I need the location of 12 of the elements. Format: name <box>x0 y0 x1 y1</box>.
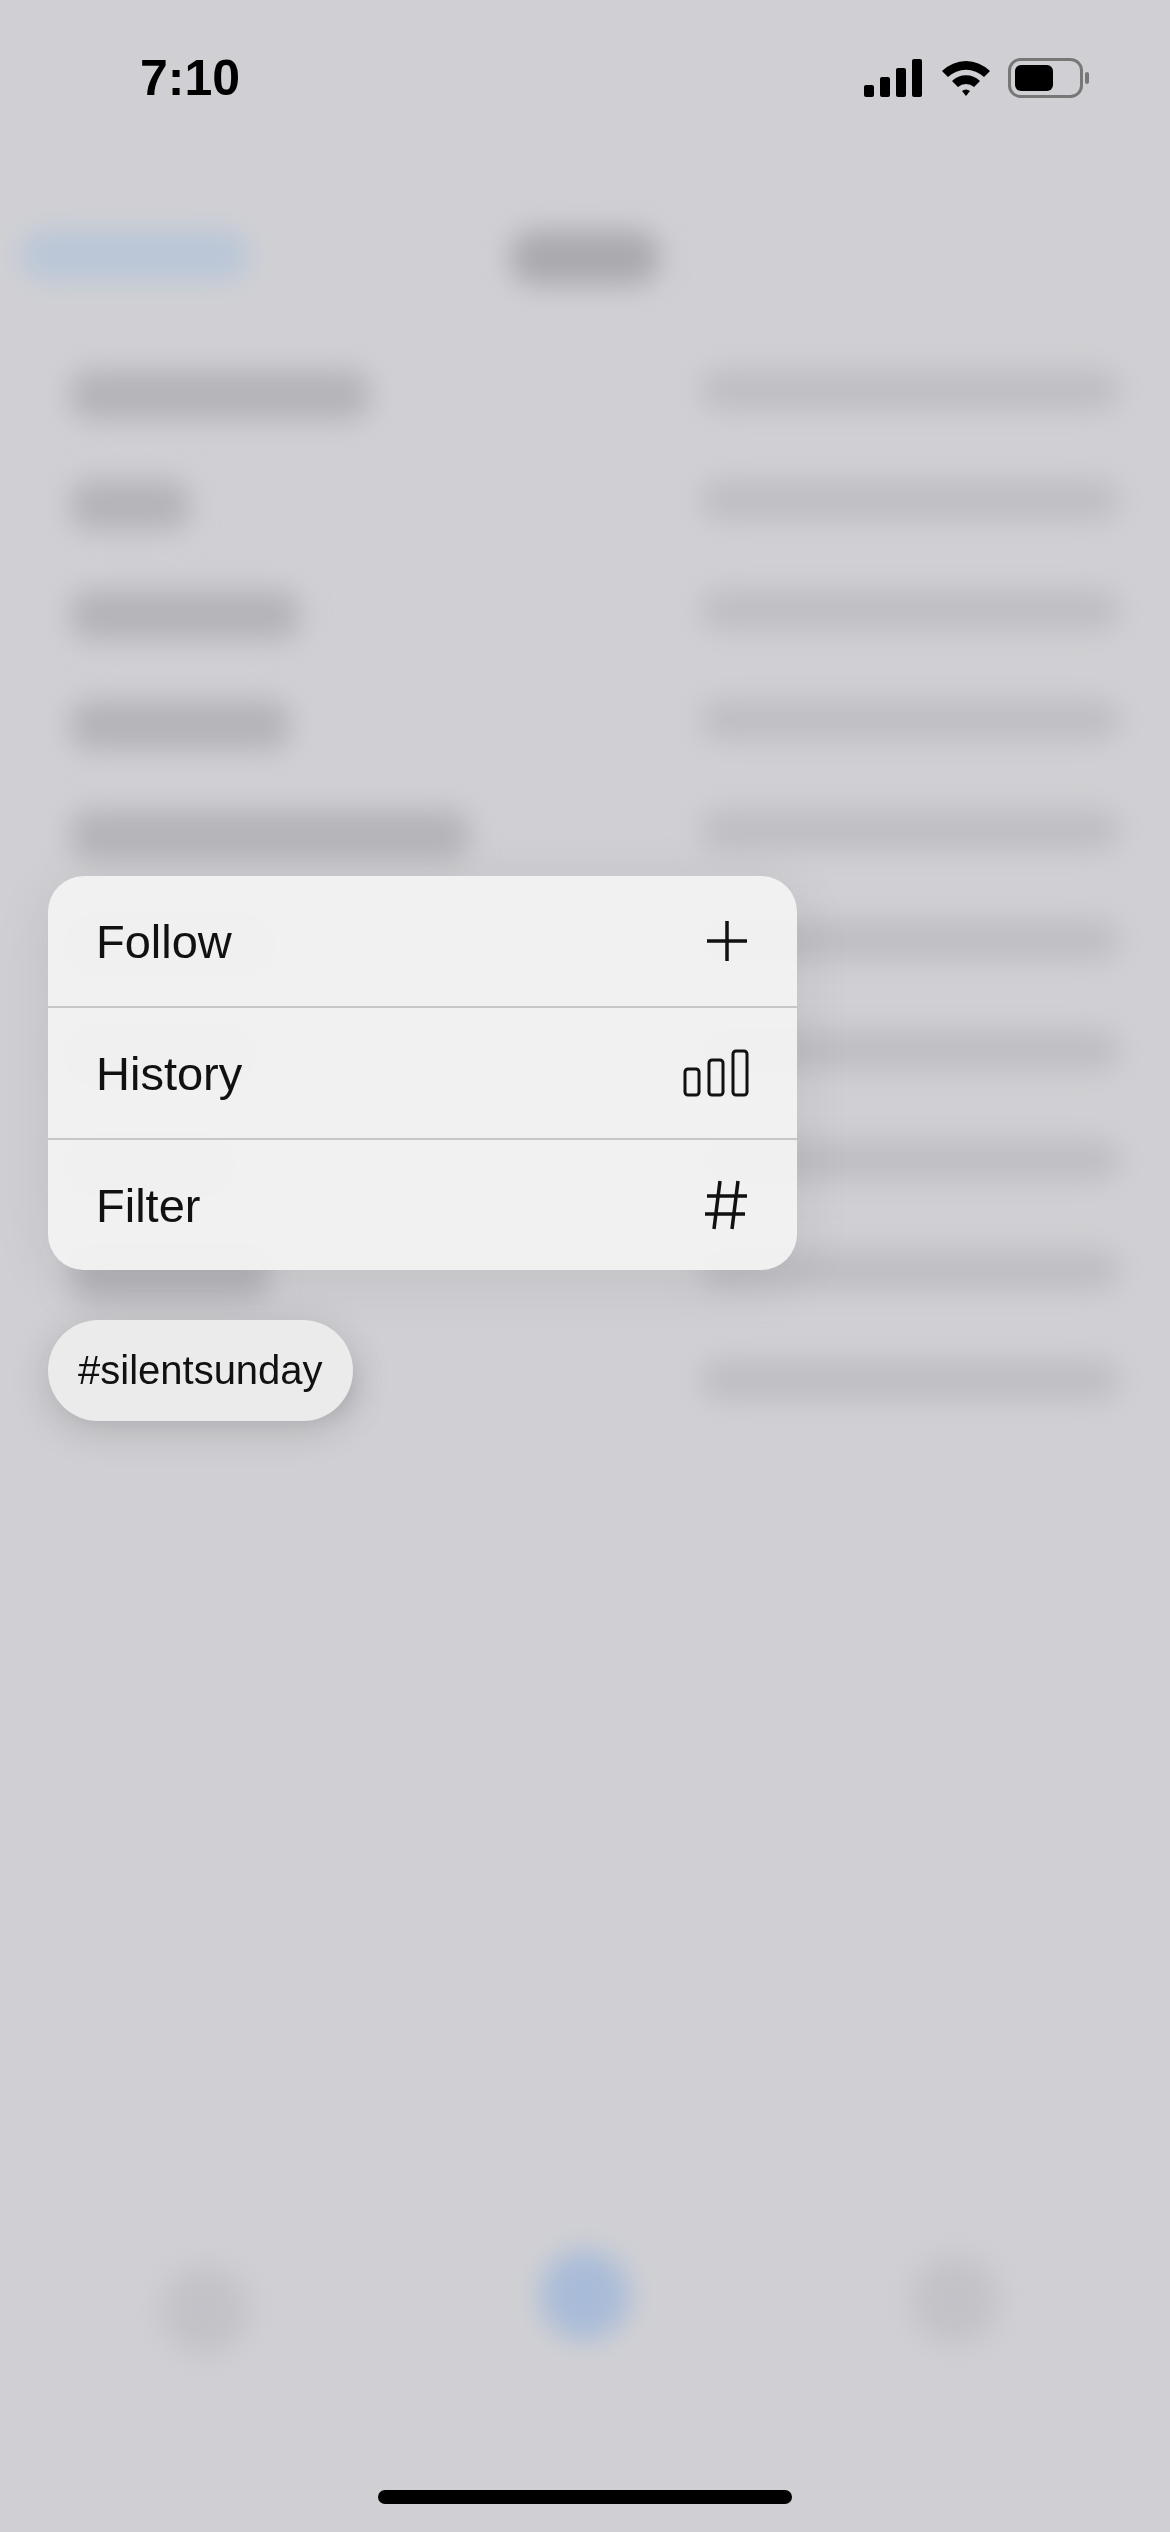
bar-chart-icon <box>683 1049 749 1097</box>
menu-item[interactable]: Follow <box>48 876 797 1006</box>
hashtag-chip: #silentsunday <box>48 1320 353 1421</box>
signal-icon <box>864 58 924 97</box>
menu-item[interactable]: Filter <box>48 1140 797 1270</box>
home-indicator[interactable] <box>378 2490 792 2504</box>
hashtag-icon <box>703 1179 749 1231</box>
plus-icon <box>705 919 749 963</box>
menu-item[interactable]: History <box>48 1008 797 1138</box>
battery-icon <box>1008 57 1090 98</box>
status-time: 7:10 <box>140 48 241 107</box>
wifi-icon <box>940 58 992 97</box>
